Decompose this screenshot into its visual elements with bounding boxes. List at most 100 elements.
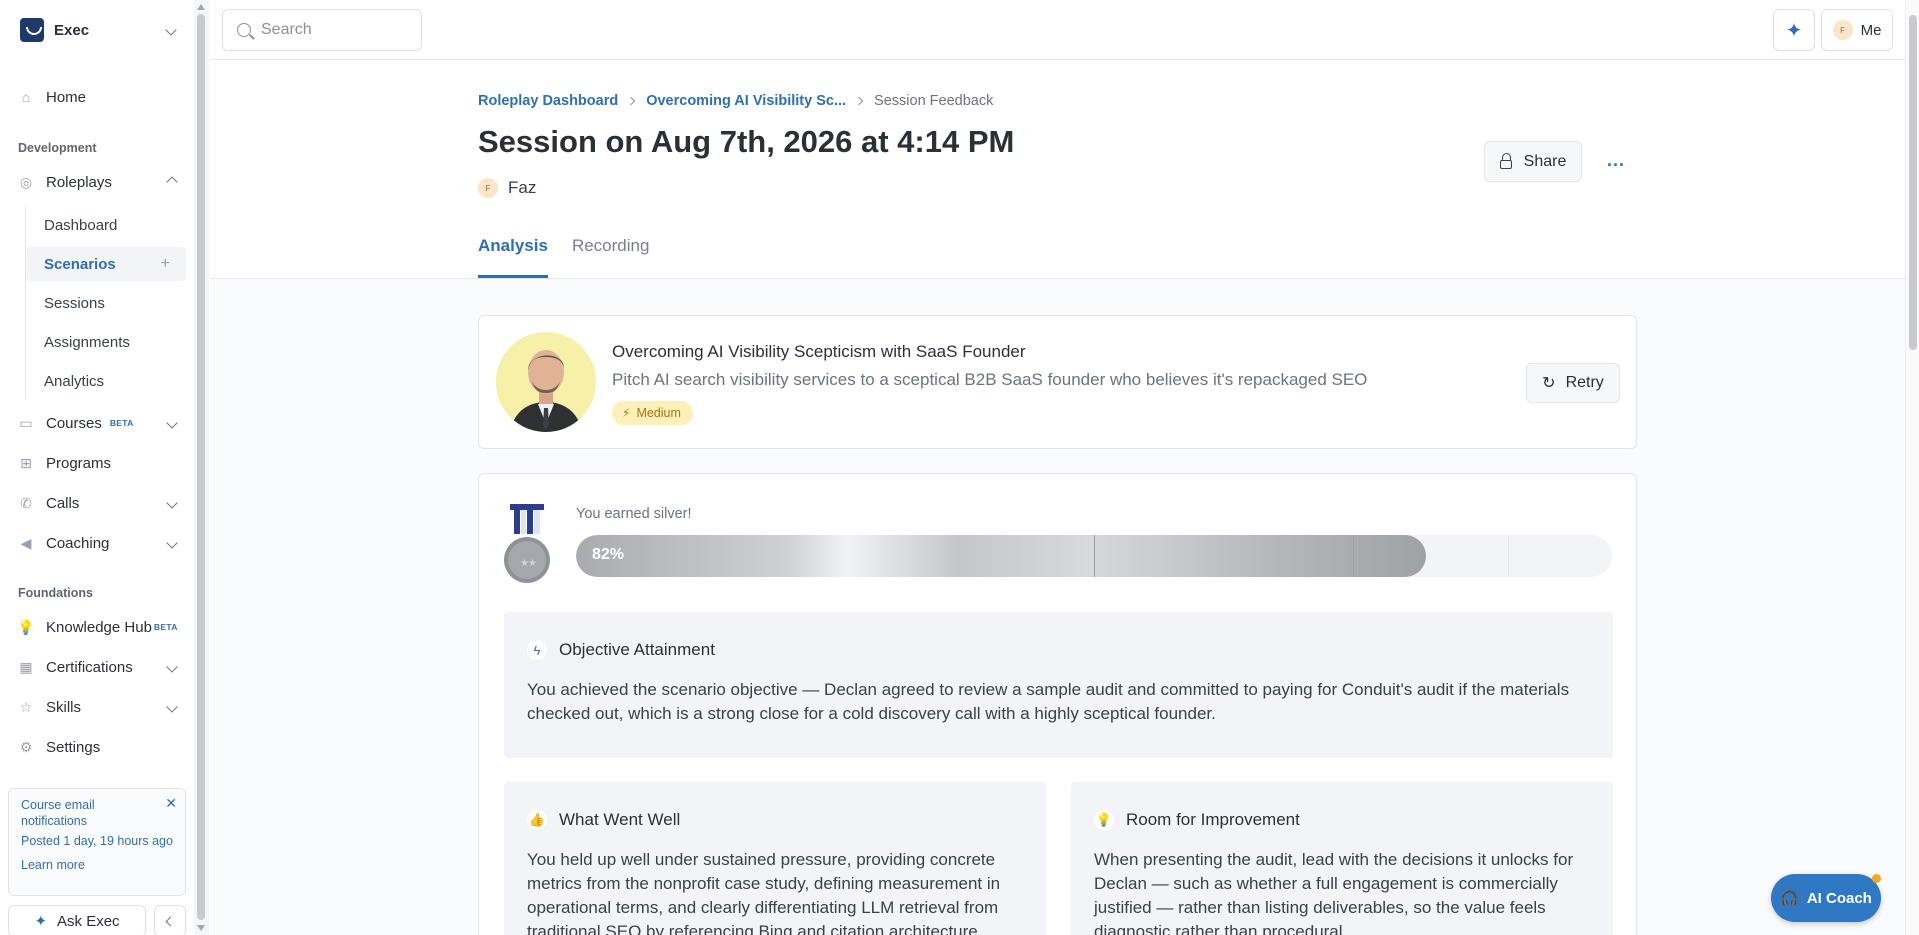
lightbulb-icon: 💡 xyxy=(1094,810,1114,830)
objective-header: ϟ Objective Attainment xyxy=(527,640,715,660)
chevron-down-icon xyxy=(165,24,177,36)
user-menu-button[interactable]: F Me xyxy=(1821,9,1893,51)
chevron-down-icon xyxy=(166,537,178,549)
improvement-title: Room for Improvement xyxy=(1126,810,1300,829)
nav-programs-label: Programs xyxy=(46,454,112,472)
beta-badge: BETA xyxy=(153,622,178,632)
scroll-up-icon[interactable] xyxy=(197,4,205,10)
add-scenario-icon[interactable]: + xyxy=(161,255,170,273)
avatar: F xyxy=(1832,20,1853,40)
chevron-up-icon xyxy=(166,176,178,188)
went-well-text: You held up well under sustained pressur… xyxy=(527,850,1001,935)
score-progress-bar: 82% xyxy=(576,535,1612,577)
workspace-name: Exec xyxy=(54,21,90,39)
bar-segment-divider xyxy=(1508,535,1509,577)
sub-analytics[interactable]: Analytics xyxy=(26,364,186,398)
bar-segment-divider xyxy=(1353,535,1354,577)
nav-home-label: Home xyxy=(46,88,87,106)
nav-settings[interactable]: ⚙ Settings xyxy=(18,732,186,762)
ask-exec-label: Ask Exec xyxy=(57,912,120,930)
objective-title: Objective Attainment xyxy=(559,640,715,659)
phone-icon: ✆ xyxy=(20,494,32,511)
certificate-icon: ▦ xyxy=(19,658,33,675)
chevron-down-icon xyxy=(166,417,178,429)
chevron-down-icon xyxy=(166,497,178,509)
nav-courses[interactable]: ▭ Courses BETA xyxy=(18,408,186,438)
headset-icon: 🎧 xyxy=(1780,890,1799,907)
sidebar-scrollbar[interactable] xyxy=(194,0,209,935)
retry-button[interactable]: ↻ Retry xyxy=(1526,363,1620,403)
share-button[interactable]: Share xyxy=(1484,141,1582,182)
nav-skills-label: Skills xyxy=(46,698,82,716)
nav-coaching-label: Coaching xyxy=(46,534,110,552)
objective-panel: ϟ Objective Attainment You achieved the … xyxy=(504,612,1613,758)
nav-calls[interactable]: ✆ Calls xyxy=(18,488,186,518)
collapse-sidebar-button[interactable] xyxy=(154,905,186,935)
user-menu-label: Me xyxy=(1860,21,1882,39)
search-input[interactable]: Search xyxy=(222,9,422,51)
notification-title: Course email notifications xyxy=(21,798,95,828)
improvement-text: When presenting the audit, lead with the… xyxy=(1094,850,1574,935)
scrollbar-thumb[interactable] xyxy=(1909,15,1917,350)
sparkle-icon: ✦ xyxy=(1785,19,1803,42)
breadcrumb-scenario[interactable]: Overcoming AI Visibility Sc... xyxy=(646,93,846,109)
main-scrollbar[interactable] xyxy=(1905,0,1919,935)
ai-coach-label: AI Coach xyxy=(1806,889,1872,907)
score-progress-fill xyxy=(576,535,1426,577)
ai-coach-button[interactable]: 🎧 AI Coach xyxy=(1771,874,1881,922)
create-button[interactable]: ✦ xyxy=(1773,9,1815,51)
difficulty-badge: ⚡ Medium xyxy=(612,401,693,425)
nav-certifications-label: Certifications xyxy=(46,658,133,676)
nav-settings-label: Settings xyxy=(46,738,101,756)
chevron-right-icon xyxy=(854,96,864,106)
page-title: Session on Aug 7th, 2026 at 4:14 PM xyxy=(478,124,1015,159)
sub-dashboard[interactable]: Dashboard xyxy=(26,208,186,242)
section-development: Development xyxy=(18,141,97,155)
beta-badge: BETA xyxy=(109,418,134,428)
retry-label: Retry xyxy=(1565,374,1604,391)
tab-recording[interactable]: Recording xyxy=(572,234,650,278)
sub-scenarios[interactable]: Scenarios + xyxy=(26,247,186,281)
chevron-left-icon xyxy=(165,916,175,926)
scroll-down-icon[interactable] xyxy=(197,925,205,931)
sub-sessions[interactable]: Sessions xyxy=(26,286,186,320)
nav-knowledge-hub[interactable]: 💡 Knowledge Hub BETA xyxy=(17,612,186,642)
notification-card: ✕ Course email notifications Posted 1 da… xyxy=(8,788,186,896)
scrollbar-thumb[interactable] xyxy=(197,14,205,920)
breadcrumb-dashboard[interactable]: Roleplay Dashboard xyxy=(478,93,618,109)
tab-analysis[interactable]: Analysis xyxy=(478,234,548,278)
close-icon[interactable]: ✕ xyxy=(165,795,177,811)
went-well-title: What Went Well xyxy=(559,810,681,829)
workspace-switcher[interactable]: Exec xyxy=(20,18,177,42)
scenario-description: Pitch AI search visibility services to a… xyxy=(612,370,1368,389)
bar-segment-divider xyxy=(1094,535,1095,577)
improvement-header: 💡 Room for Improvement xyxy=(1094,810,1300,830)
scenario-card: Overcoming AI Visibility Scepticism with… xyxy=(478,315,1637,449)
workspace-logo-icon xyxy=(20,18,44,42)
bolt-icon: ⚡ xyxy=(622,406,631,420)
sub-assignments[interactable]: Assignments xyxy=(26,325,186,359)
retry-icon: ↻ xyxy=(1542,375,1556,392)
nav-programs[interactable]: ⊞ Programs xyxy=(18,448,186,478)
chevron-right-icon xyxy=(626,96,636,106)
breadcrumb: Roleplay Dashboard Overcoming AI Visibil… xyxy=(478,93,993,109)
nav-roleplays[interactable]: ◎ Roleplays xyxy=(18,167,186,197)
lock-icon xyxy=(1499,152,1512,169)
ask-exec-button[interactable]: ✦ Ask Exec xyxy=(8,905,146,935)
went-well-header: 👍 What Went Well xyxy=(527,810,680,830)
score-card: ★ ★ You earned silver! 82% ϟ Objective A… xyxy=(478,473,1637,935)
nav-certifications[interactable]: ▦ Certifications xyxy=(18,652,186,682)
more-options-button[interactable]: ... xyxy=(1607,150,1625,171)
search-placeholder: Search xyxy=(261,21,312,38)
home-icon: ⌂ xyxy=(21,89,31,105)
learn-more-link[interactable]: Learn more xyxy=(21,857,173,873)
nav-skills[interactable]: ☆ Skills xyxy=(18,692,186,722)
nav-courses-label: Courses xyxy=(46,414,102,432)
star-icon: ☆ xyxy=(19,698,33,715)
sidebar: Exec ⌂ Home Development ◎ Roleplays Dash… xyxy=(0,0,209,935)
chevron-down-icon xyxy=(166,701,178,713)
search-icon xyxy=(237,23,251,37)
nav-coaching[interactable]: ◀ Coaching xyxy=(18,528,186,558)
went-well-panel: 👍 What Went Well You held up well under … xyxy=(504,782,1046,935)
nav-home[interactable]: ⌂ Home xyxy=(18,82,186,112)
